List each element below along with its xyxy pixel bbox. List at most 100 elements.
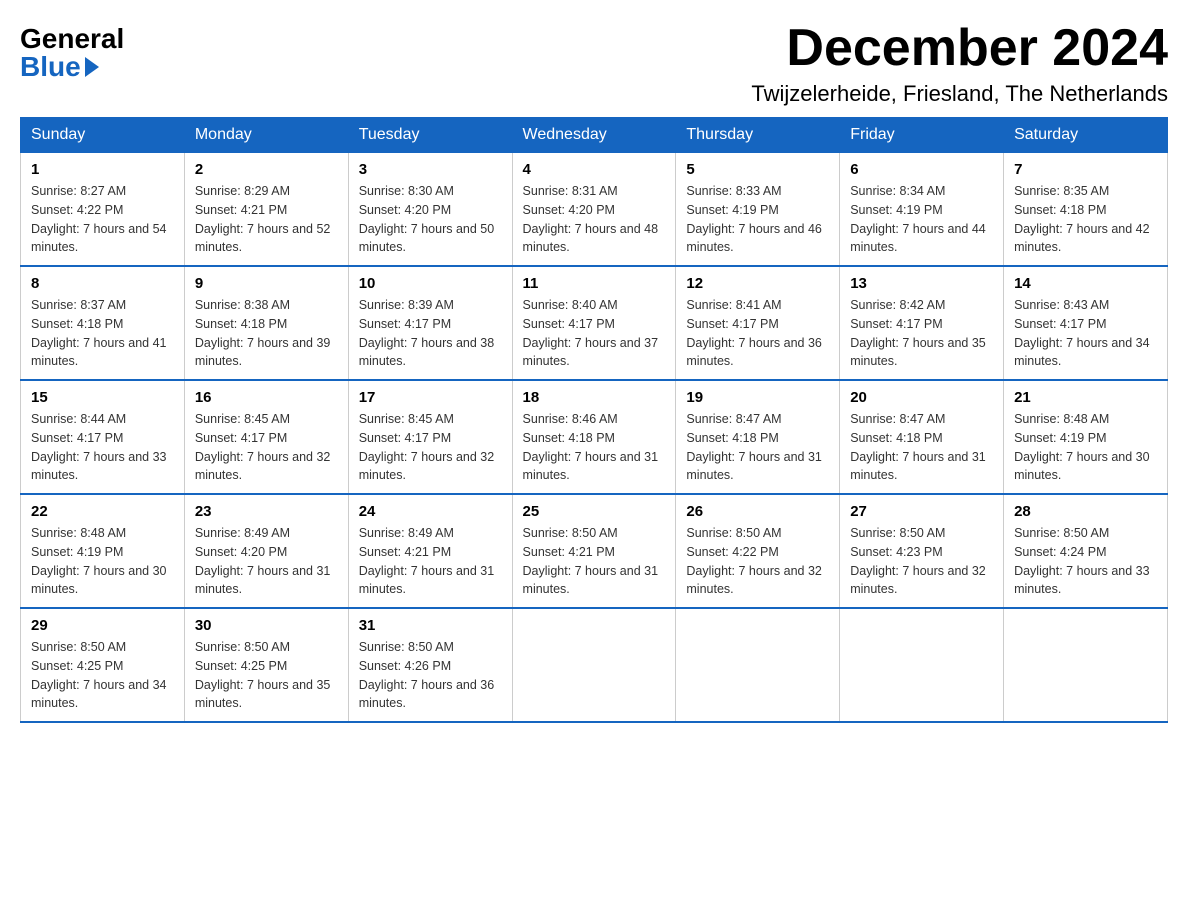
table-row: 15 Sunrise: 8:44 AMSunset: 4:17 PMDaylig… (21, 380, 185, 494)
day-info: Sunrise: 8:50 AMSunset: 4:25 PMDaylight:… (31, 640, 167, 710)
day-number: 8 (31, 275, 174, 292)
table-row: 13 Sunrise: 8:42 AMSunset: 4:17 PMDaylig… (840, 266, 1004, 380)
day-info: Sunrise: 8:29 AMSunset: 4:21 PMDaylight:… (195, 184, 331, 254)
day-number: 4 (523, 161, 666, 178)
table-row: 19 Sunrise: 8:47 AMSunset: 4:18 PMDaylig… (676, 380, 840, 494)
logo-blue-text: Blue (20, 53, 99, 81)
table-row: 22 Sunrise: 8:48 AMSunset: 4:19 PMDaylig… (21, 494, 185, 608)
day-number: 31 (359, 617, 502, 634)
day-info: Sunrise: 8:45 AMSunset: 4:17 PMDaylight:… (359, 412, 495, 482)
day-number: 5 (686, 161, 829, 178)
day-info: Sunrise: 8:37 AMSunset: 4:18 PMDaylight:… (31, 298, 167, 368)
header-wednesday: Wednesday (512, 118, 676, 153)
day-info: Sunrise: 8:31 AMSunset: 4:20 PMDaylight:… (523, 184, 659, 254)
table-row (1004, 608, 1168, 722)
day-info: Sunrise: 8:33 AMSunset: 4:19 PMDaylight:… (686, 184, 822, 254)
calendar-week-row: 15 Sunrise: 8:44 AMSunset: 4:17 PMDaylig… (21, 380, 1168, 494)
table-row: 23 Sunrise: 8:49 AMSunset: 4:20 PMDaylig… (184, 494, 348, 608)
table-row: 21 Sunrise: 8:48 AMSunset: 4:19 PMDaylig… (1004, 380, 1168, 494)
day-number: 15 (31, 389, 174, 406)
day-info: Sunrise: 8:47 AMSunset: 4:18 PMDaylight:… (850, 412, 986, 482)
day-number: 11 (523, 275, 666, 292)
day-number: 24 (359, 503, 502, 520)
day-info: Sunrise: 8:50 AMSunset: 4:23 PMDaylight:… (850, 526, 986, 596)
day-number: 16 (195, 389, 338, 406)
header-tuesday: Tuesday (348, 118, 512, 153)
day-number: 29 (31, 617, 174, 634)
table-row: 8 Sunrise: 8:37 AMSunset: 4:18 PMDayligh… (21, 266, 185, 380)
day-number: 22 (31, 503, 174, 520)
table-row: 3 Sunrise: 8:30 AMSunset: 4:20 PMDayligh… (348, 153, 512, 267)
table-row: 24 Sunrise: 8:49 AMSunset: 4:21 PMDaylig… (348, 494, 512, 608)
calendar-week-row: 8 Sunrise: 8:37 AMSunset: 4:18 PMDayligh… (21, 266, 1168, 380)
day-number: 19 (686, 389, 829, 406)
day-info: Sunrise: 8:42 AMSunset: 4:17 PMDaylight:… (850, 298, 986, 368)
title-block: December 2024 Twijzelerheide, Friesland,… (751, 20, 1168, 107)
calendar-week-row: 22 Sunrise: 8:48 AMSunset: 4:19 PMDaylig… (21, 494, 1168, 608)
day-info: Sunrise: 8:50 AMSunset: 4:21 PMDaylight:… (523, 526, 659, 596)
table-row: 31 Sunrise: 8:50 AMSunset: 4:26 PMDaylig… (348, 608, 512, 722)
table-row: 4 Sunrise: 8:31 AMSunset: 4:20 PMDayligh… (512, 153, 676, 267)
table-row: 2 Sunrise: 8:29 AMSunset: 4:21 PMDayligh… (184, 153, 348, 267)
day-info: Sunrise: 8:50 AMSunset: 4:22 PMDaylight:… (686, 526, 822, 596)
day-number: 20 (850, 389, 993, 406)
day-number: 28 (1014, 503, 1157, 520)
location-subtitle: Twijzelerheide, Friesland, The Netherlan… (751, 81, 1168, 107)
day-number: 30 (195, 617, 338, 634)
day-number: 25 (523, 503, 666, 520)
day-number: 6 (850, 161, 993, 178)
day-number: 27 (850, 503, 993, 520)
table-row: 16 Sunrise: 8:45 AMSunset: 4:17 PMDaylig… (184, 380, 348, 494)
day-info: Sunrise: 8:39 AMSunset: 4:17 PMDaylight:… (359, 298, 495, 368)
day-info: Sunrise: 8:38 AMSunset: 4:18 PMDaylight:… (195, 298, 331, 368)
table-row: 26 Sunrise: 8:50 AMSunset: 4:22 PMDaylig… (676, 494, 840, 608)
header-saturday: Saturday (1004, 118, 1168, 153)
page-header: General Blue December 2024 Twijzelerheid… (20, 20, 1168, 107)
table-row: 18 Sunrise: 8:46 AMSunset: 4:18 PMDaylig… (512, 380, 676, 494)
day-info: Sunrise: 8:46 AMSunset: 4:18 PMDaylight:… (523, 412, 659, 482)
logo: General Blue (20, 20, 124, 81)
day-number: 9 (195, 275, 338, 292)
table-row: 28 Sunrise: 8:50 AMSunset: 4:24 PMDaylig… (1004, 494, 1168, 608)
table-row: 12 Sunrise: 8:41 AMSunset: 4:17 PMDaylig… (676, 266, 840, 380)
table-row: 7 Sunrise: 8:35 AMSunset: 4:18 PMDayligh… (1004, 153, 1168, 267)
table-row: 14 Sunrise: 8:43 AMSunset: 4:17 PMDaylig… (1004, 266, 1168, 380)
day-info: Sunrise: 8:45 AMSunset: 4:17 PMDaylight:… (195, 412, 331, 482)
table-row (840, 608, 1004, 722)
logo-triangle-icon (85, 57, 99, 77)
day-info: Sunrise: 8:47 AMSunset: 4:18 PMDaylight:… (686, 412, 822, 482)
table-row: 29 Sunrise: 8:50 AMSunset: 4:25 PMDaylig… (21, 608, 185, 722)
day-number: 10 (359, 275, 502, 292)
day-number: 12 (686, 275, 829, 292)
logo-general-text: General (20, 25, 124, 53)
table-row (512, 608, 676, 722)
day-info: Sunrise: 8:41 AMSunset: 4:17 PMDaylight:… (686, 298, 822, 368)
day-info: Sunrise: 8:48 AMSunset: 4:19 PMDaylight:… (1014, 412, 1150, 482)
header-thursday: Thursday (676, 118, 840, 153)
calendar-week-row: 1 Sunrise: 8:27 AMSunset: 4:22 PMDayligh… (21, 153, 1168, 267)
day-info: Sunrise: 8:50 AMSunset: 4:25 PMDaylight:… (195, 640, 331, 710)
table-row: 11 Sunrise: 8:40 AMSunset: 4:17 PMDaylig… (512, 266, 676, 380)
day-number: 1 (31, 161, 174, 178)
table-row: 25 Sunrise: 8:50 AMSunset: 4:21 PMDaylig… (512, 494, 676, 608)
day-number: 26 (686, 503, 829, 520)
day-info: Sunrise: 8:43 AMSunset: 4:17 PMDaylight:… (1014, 298, 1150, 368)
header-friday: Friday (840, 118, 1004, 153)
day-number: 14 (1014, 275, 1157, 292)
table-row: 30 Sunrise: 8:50 AMSunset: 4:25 PMDaylig… (184, 608, 348, 722)
header-monday: Monday (184, 118, 348, 153)
day-info: Sunrise: 8:50 AMSunset: 4:26 PMDaylight:… (359, 640, 495, 710)
month-year-title: December 2024 (751, 20, 1168, 77)
day-number: 2 (195, 161, 338, 178)
day-number: 18 (523, 389, 666, 406)
day-info: Sunrise: 8:49 AMSunset: 4:21 PMDaylight:… (359, 526, 495, 596)
day-number: 7 (1014, 161, 1157, 178)
table-row: 27 Sunrise: 8:50 AMSunset: 4:23 PMDaylig… (840, 494, 1004, 608)
day-number: 23 (195, 503, 338, 520)
table-row: 9 Sunrise: 8:38 AMSunset: 4:18 PMDayligh… (184, 266, 348, 380)
day-number: 17 (359, 389, 502, 406)
table-row: 1 Sunrise: 8:27 AMSunset: 4:22 PMDayligh… (21, 153, 185, 267)
day-info: Sunrise: 8:44 AMSunset: 4:17 PMDaylight:… (31, 412, 167, 482)
table-row: 5 Sunrise: 8:33 AMSunset: 4:19 PMDayligh… (676, 153, 840, 267)
day-info: Sunrise: 8:49 AMSunset: 4:20 PMDaylight:… (195, 526, 331, 596)
